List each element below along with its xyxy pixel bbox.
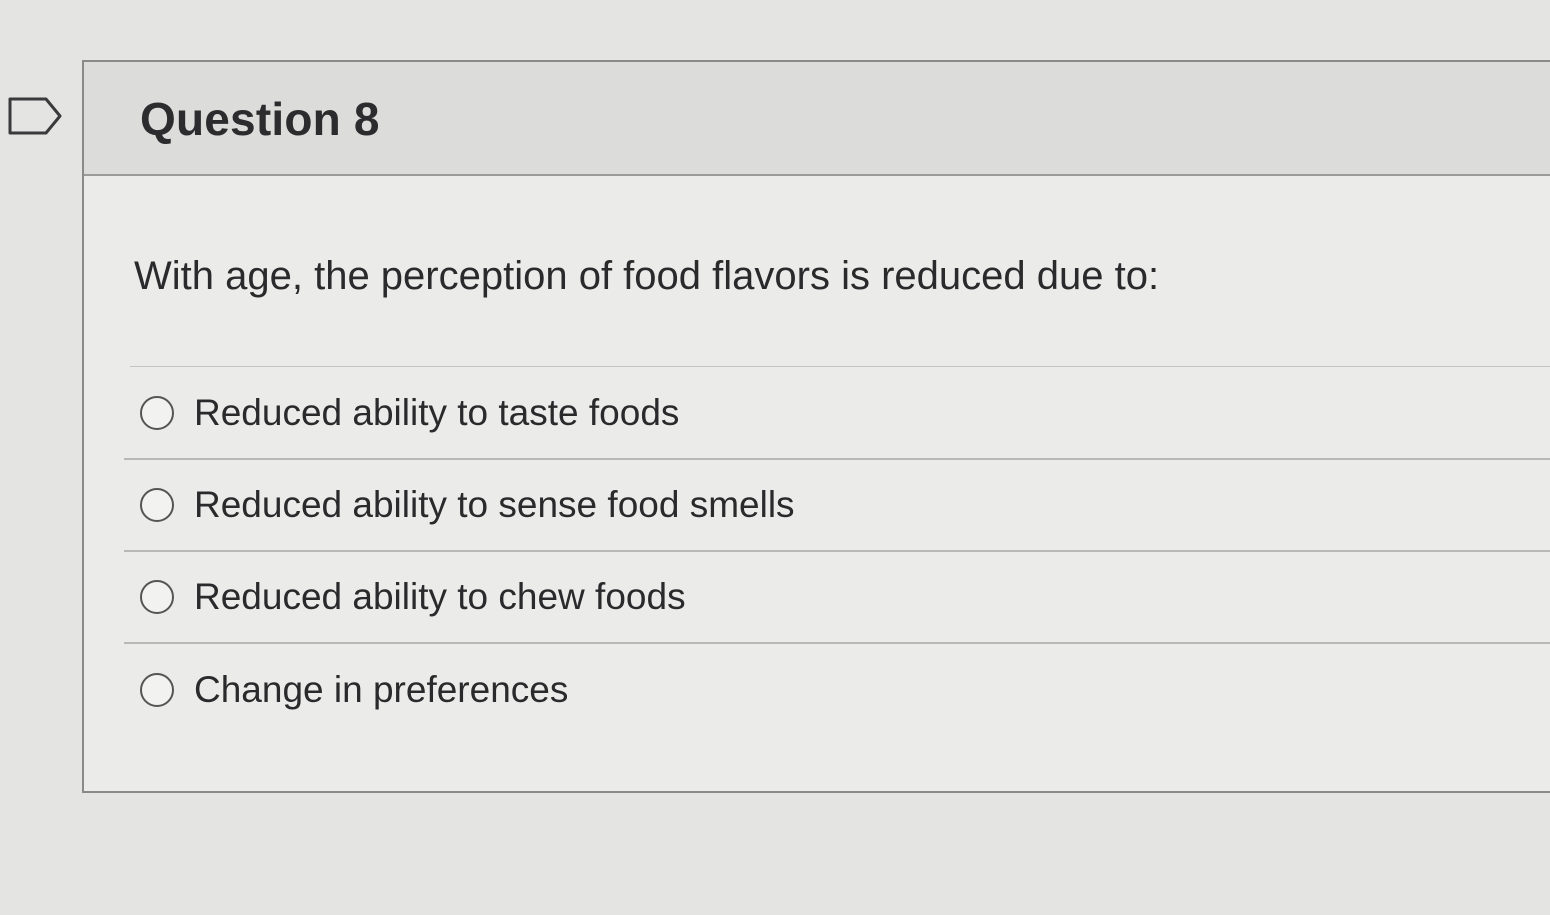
flag-question-icon[interactable] — [8, 96, 64, 136]
answer-label: Reduced ability to chew foods — [194, 576, 686, 617]
answer-label: Reduced ability to taste foods — [194, 392, 680, 433]
answer-label: Change in preferences — [194, 669, 569, 710]
radio-button[interactable] — [140, 580, 174, 614]
radio-button[interactable] — [140, 396, 174, 430]
answer-list: Reduced ability to taste foods Reduced a… — [124, 368, 1550, 736]
answer-option-1[interactable]: Reduced ability to taste foods — [124, 368, 1550, 460]
radio-button[interactable] — [140, 488, 174, 522]
divider — [130, 366, 1550, 367]
answer-label: Reduced ability to sense food smells — [194, 484, 795, 525]
question-header: Question 8 — [84, 62, 1550, 176]
question-prompt: With age, the perception of food flavors… — [134, 254, 1160, 298]
question-card: Question 8 With age, the perception of f… — [82, 60, 1550, 793]
question-title: Question 8 — [140, 93, 380, 145]
answer-option-3[interactable]: Reduced ability to chew foods — [124, 552, 1550, 644]
answer-option-2[interactable]: Reduced ability to sense food smells — [124, 460, 1550, 552]
radio-button[interactable] — [140, 673, 174, 707]
answer-option-4[interactable]: Change in preferences — [124, 644, 1550, 736]
